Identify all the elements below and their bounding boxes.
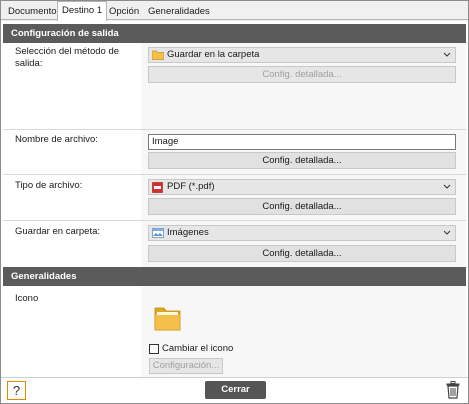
pdf-icon <box>152 182 164 193</box>
tab-destino-1[interactable]: Destino 1 <box>57 1 108 21</box>
method-select[interactable]: Guardar en la carpeta <box>148 47 456 63</box>
savefolder-select[interactable]: Imágenes <box>148 225 456 241</box>
content-area: Configuración de salida Selección del mé… <box>1 21 468 377</box>
tab-opcion[interactable]: Opción <box>104 3 144 20</box>
trash-icon[interactable] <box>446 381 460 399</box>
pictures-folder-icon <box>152 228 164 238</box>
filename-detail-button[interactable]: Config. detallada... <box>148 152 456 169</box>
folder-icon <box>154 303 181 332</box>
folder-icon <box>151 50 165 60</box>
tab-documento[interactable]: Documento <box>3 3 62 20</box>
method-select-value: Guardar en la carpeta <box>167 49 260 60</box>
footer-bar: ? Cerrar <box>1 377 468 403</box>
savefolder-select-value: Imágenes <box>167 227 209 238</box>
checkbox-box[interactable] <box>149 344 159 354</box>
chevron-down-icon <box>443 227 451 243</box>
chevron-down-icon <box>443 181 451 197</box>
tab-bar: Documento Destino 1 Opción Generalidades <box>1 1 468 21</box>
icon-label: Icono <box>15 293 39 304</box>
filetype-select-value: PDF (*.pdf) <box>167 181 215 192</box>
section-header-output: Configuración de salida <box>3 24 466 43</box>
chevron-down-icon <box>443 49 451 65</box>
filename-input[interactable]: Image <box>148 134 456 150</box>
filename-label: Nombre de archivo: <box>15 134 98 145</box>
icon-config-button[interactable]: Configuración... <box>149 358 223 374</box>
method-detail-button[interactable]: Config. detallada... <box>148 66 456 83</box>
savefolder-detail-button[interactable]: Config. detallada... <box>148 245 456 262</box>
window: Documento Destino 1 Opción Generalidades… <box>0 0 469 404</box>
filetype-label: Tipo de archivo: <box>15 180 83 191</box>
savefolder-label: Guardar en carpeta: <box>15 226 101 237</box>
method-label: Selección del método de salida: <box>15 46 120 69</box>
section-header-general: Generalidades <box>3 267 466 286</box>
tab-generalidades[interactable]: Generalidades <box>143 3 215 20</box>
change-icon-label: Cambiar el icono <box>162 343 234 354</box>
close-button[interactable]: Cerrar <box>205 381 266 399</box>
filetype-select[interactable]: PDF (*.pdf) <box>148 179 456 195</box>
help-button[interactable]: ? <box>7 381 26 400</box>
filetype-detail-button[interactable]: Config. detallada... <box>148 198 456 215</box>
